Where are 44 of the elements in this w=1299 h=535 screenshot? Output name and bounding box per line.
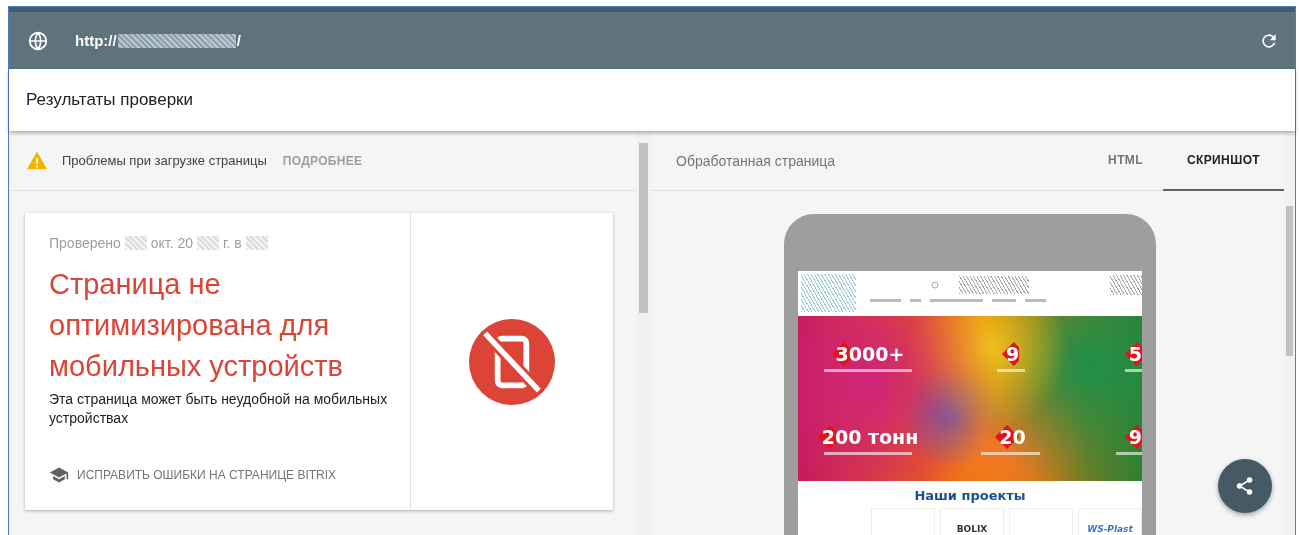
stat-value: 3000+ — [831, 342, 905, 367]
graduation-cap-icon — [49, 465, 69, 485]
check-date-text: окт. 20 — [150, 235, 194, 251]
redacted-text — [959, 276, 1029, 294]
stat-value: 9 — [1124, 424, 1142, 449]
panel-title: Обработанная страница — [676, 152, 837, 169]
fix-errors-link[interactable]: ИСПРАВИТЬ ОШИБКИ НА СТРАНИЦЕ BITRIX — [77, 468, 337, 482]
blurred-text — [1116, 451, 1142, 455]
partner-logo: BOLIX — [940, 508, 1004, 535]
mobile-off-icon — [469, 318, 555, 405]
scrollbar[interactable] — [1284, 131, 1295, 535]
check-date-text: г. в — [223, 235, 242, 251]
page-title: Результаты проверки — [26, 90, 194, 110]
pin-icon — [931, 281, 939, 289]
blurred-text — [910, 299, 921, 302]
redacted-text — [197, 236, 220, 250]
partner-logo: WS-Plast — [1078, 508, 1142, 535]
blurred-text — [996, 369, 1025, 373]
stat-value: 9 — [1001, 342, 1020, 367]
blurred-text — [930, 299, 983, 302]
details-link[interactable]: ПОДРОБНЕЕ — [282, 153, 363, 168]
stat-value: 20 — [995, 424, 1026, 449]
tab[interactable]: HTML — [1088, 131, 1163, 191]
stat-value: 5 — [1124, 342, 1142, 367]
blurred-text — [992, 299, 1016, 302]
check-date-text: Проверено — [49, 235, 121, 251]
scrollbar[interactable] — [636, 131, 651, 535]
url-text: http:// — [75, 32, 117, 49]
redacted-text — [245, 236, 268, 250]
redacted-text — [124, 236, 147, 250]
warning-text: Проблемы при загрузке страницы — [62, 153, 267, 168]
result-title: Страница не оптимизирована для мобильных устройств — [49, 267, 344, 384]
blurred-text — [1025, 299, 1046, 302]
stat-value: 200 тонн — [817, 424, 919, 449]
blurred-text — [1125, 369, 1142, 373]
section-heading: Наши проекты — [913, 487, 1027, 505]
blurred-text — [981, 451, 1040, 455]
url-text: / — [236, 32, 241, 49]
globe-icon — [27, 29, 49, 52]
result-description: Эта страница может быть неудобной на мобильных устройствах — [49, 390, 389, 428]
share-button[interactable] — [1218, 459, 1272, 513]
logo-placeholder — [801, 274, 856, 312]
blurred-text — [870, 299, 901, 302]
redacted-text — [1110, 275, 1142, 295]
